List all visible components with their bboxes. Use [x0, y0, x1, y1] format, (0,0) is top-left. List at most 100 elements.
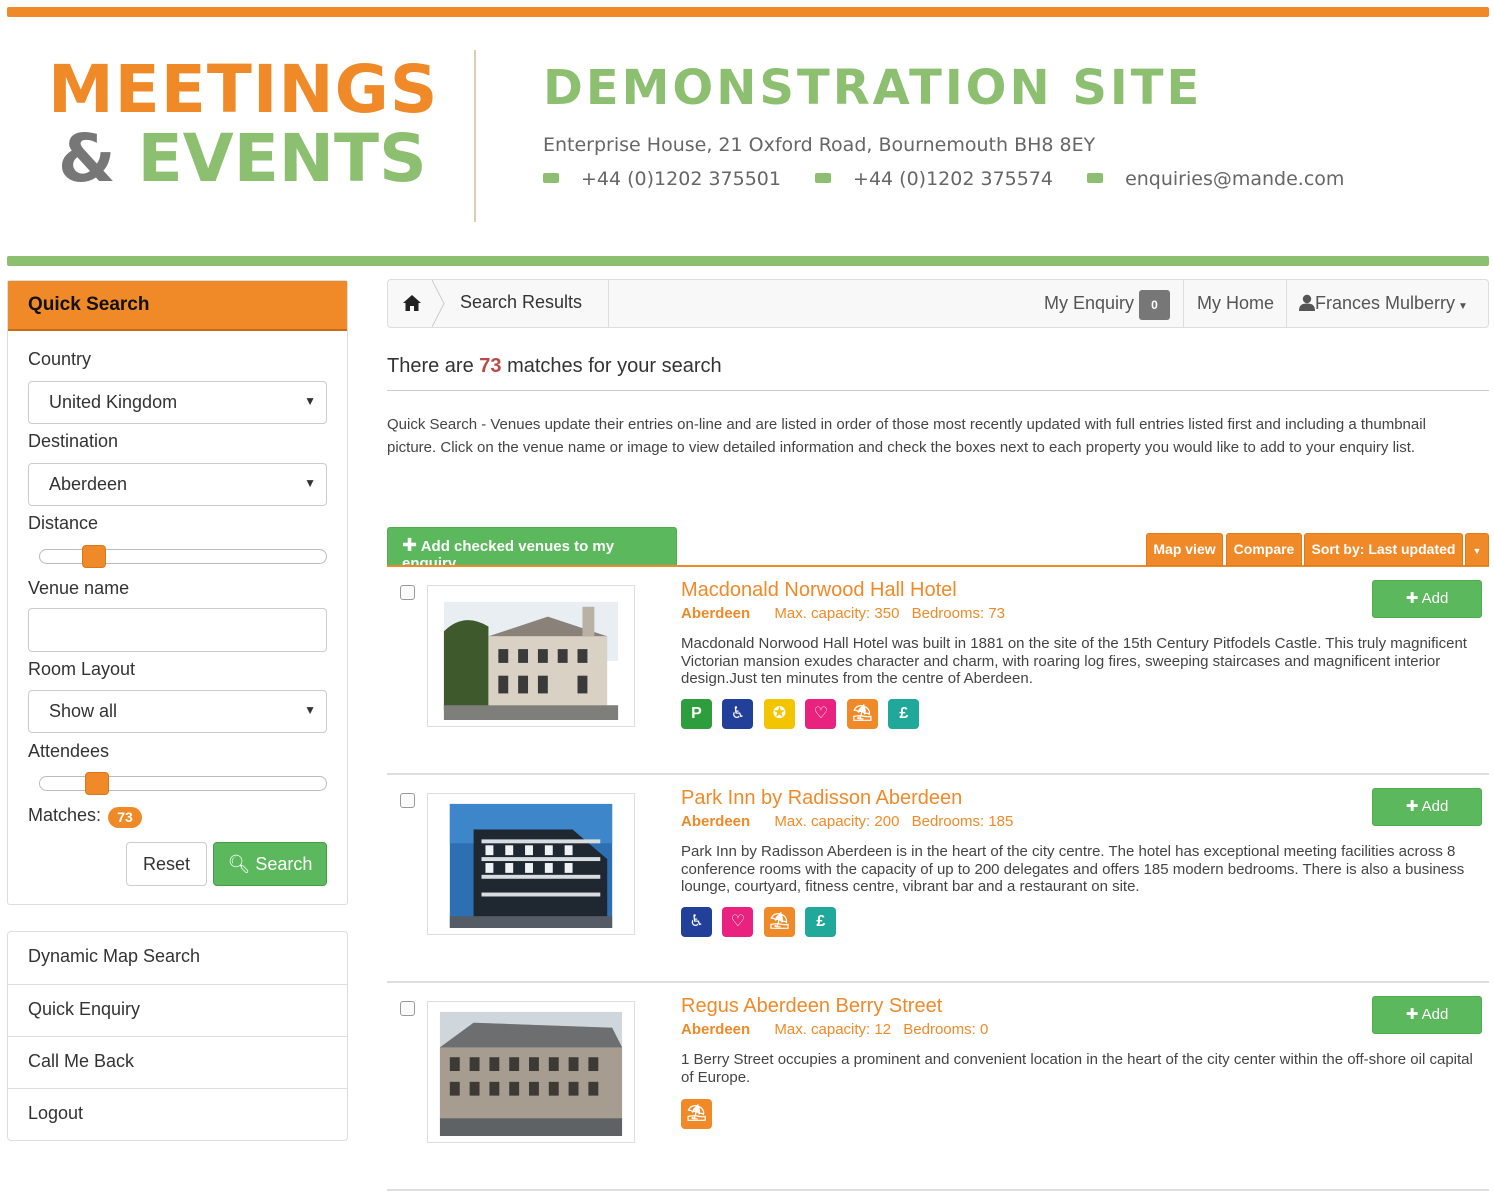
venue-checkbox[interactable] [400, 585, 415, 600]
compare-button[interactable]: Compare [1226, 533, 1302, 566]
capacity-value: 200 [874, 813, 900, 830]
my-home-link[interactable]: My Home [1197, 293, 1274, 314]
user-menu[interactable]: Frances Mulberry ▼ [1299, 293, 1468, 314]
quick-search-panel: Quick Search Country United Kingdom ▼ De… [7, 280, 348, 905]
result-count: There are 73 matches for your search [387, 355, 722, 378]
nav-divider [1286, 280, 1287, 327]
distance-slider[interactable] [39, 545, 327, 568]
venue-divider [387, 1189, 1489, 1191]
country-select[interactable]: United Kingdom ▼ [28, 381, 327, 424]
venue-name-link[interactable]: Macdonald Norwood Hall Hotel [681, 579, 957, 602]
bedrooms-label: Bedrooms: [903, 1021, 976, 1038]
venue-description: Macdonald Norwood Hall Hotel was built i… [681, 635, 1467, 687]
award-icon: ✪ [763, 699, 795, 729]
menu-item-logout[interactable]: Logout [8, 1088, 347, 1140]
fax-icon [815, 173, 832, 183]
venue-location: Aberdeen [681, 1021, 751, 1038]
result-count-number: 73 [479, 355, 502, 377]
breadcrumb-separator [432, 280, 445, 327]
menu-item-call-me-back[interactable]: Call Me Back [8, 1036, 347, 1088]
search-button-label: Search [255, 854, 313, 874]
currency-icon: £ [888, 699, 920, 729]
room-layout-select[interactable]: Show all ▼ [28, 690, 327, 733]
parking-icon: P [681, 699, 712, 729]
venue-description: 1 Berry Street occupies a prominent and … [681, 1051, 1473, 1086]
bedrooms-value: 185 [988, 813, 1014, 830]
user-icon [1299, 294, 1315, 311]
venue-thumbnail[interactable] [427, 585, 635, 727]
destination-select[interactable]: Aberdeen ▼ [28, 463, 327, 506]
venue-checkbox[interactable] [400, 793, 415, 808]
add-venue-button[interactable]: ✚ Add [1372, 580, 1482, 618]
result-suffix: matches for your search [507, 355, 722, 377]
logo-amp: & [58, 120, 116, 197]
logo-divider [474, 50, 476, 222]
venue-name-label: Venue name [28, 578, 130, 598]
enquiry-count-badge: 0 [1139, 290, 1170, 320]
venue-row: Macdonald Norwood Hall Hotel Aberdeen Ma… [387, 567, 1489, 776]
reset-button[interactable]: Reset [126, 842, 207, 886]
facility-icons: ⛱︎ [681, 1099, 718, 1129]
venue-thumbnail[interactable] [427, 793, 635, 935]
capacity-label: Max. capacity: [774, 813, 871, 830]
venue-row: Regus Aberdeen Berry Street Aberdeen Max… [387, 983, 1489, 1192]
outdoor-icon: ⛱︎ [846, 699, 878, 729]
header-bottom-bar [7, 256, 1489, 266]
add-label: Add [1421, 1006, 1449, 1023]
menu-item-dynamic-map-search[interactable]: Dynamic Map Search [8, 932, 347, 984]
dropdown-arrow-icon: ▼ [304, 476, 316, 490]
search-button[interactable]: 🔍︎ Search [213, 842, 327, 886]
venue-checkbox[interactable] [400, 1001, 415, 1016]
breadcrumb-current: Search Results [460, 292, 583, 312]
home-icon[interactable] [388, 280, 436, 327]
dropdown-arrow-icon: ▼ [304, 703, 316, 717]
venue-location: Aberdeen [681, 605, 751, 622]
bedrooms-label: Bedrooms: [911, 813, 985, 830]
venue-name-input[interactable] [28, 608, 327, 652]
venue-meta: Aberdeen Max. capacity: 12 Bedrooms: 0 [681, 1021, 988, 1038]
caret-down-icon: ▼ [1472, 546, 1482, 556]
map-view-button[interactable]: Map view [1146, 533, 1223, 566]
add-venue-button[interactable]: ✚ Add [1372, 788, 1482, 826]
phone-number: +44 (0)1202 375501 [581, 168, 781, 190]
my-enquiry-link[interactable]: My Enquiry [1044, 293, 1134, 314]
attendees-slider-handle[interactable] [84, 772, 109, 795]
attendees-slider[interactable] [39, 772, 327, 795]
destination-label: Destination [28, 431, 119, 451]
capacity-label: Max. capacity: [774, 1021, 871, 1038]
country-value: United Kingdom [49, 392, 178, 412]
breadcrumb: Search Results My Enquiry 0 My Home Fran… [387, 279, 1489, 328]
room-layout-value: Show all [49, 701, 118, 721]
plus-icon: ✚ [1405, 1006, 1419, 1023]
venue-thumbnail[interactable] [427, 1001, 635, 1143]
plus-icon: ✚ [1405, 590, 1419, 607]
add-checked-venues-button[interactable]: ✚ Add checked venues to my enquiry [387, 527, 677, 572]
sort-dropdown-toggle[interactable]: ▼ [1465, 533, 1489, 566]
venue-name-link[interactable]: Regus Aberdeen Berry Street [681, 995, 942, 1018]
search-intro-text: Quick Search - Venues update their entri… [387, 416, 1426, 456]
user-name: Frances Mulberry [1315, 293, 1456, 313]
nav-divider [1183, 280, 1184, 327]
caret-down-icon: ▼ [1458, 301, 1468, 312]
dropdown-arrow-icon: ▼ [304, 394, 316, 408]
sort-by-button[interactable]: Sort by: Last updated [1304, 533, 1463, 566]
bedrooms-label: Bedrooms: [911, 605, 985, 622]
venue-name-link[interactable]: Park Inn by Radisson Aberdeen [681, 787, 962, 810]
wheelchair-icon: ♿︎ [681, 907, 712, 937]
top-accent-bar [7, 7, 1489, 17]
email-link[interactable]: enquiries@mande.com [1125, 168, 1344, 190]
menu-item-quick-enquiry[interactable]: Quick Enquiry [8, 984, 347, 1036]
destination-value: Aberdeen [49, 474, 128, 494]
bedrooms-value: 73 [988, 605, 1006, 622]
add-label: Add [1421, 798, 1449, 815]
capacity-value: 12 [874, 1021, 892, 1038]
attendees-label: Attendees [28, 741, 110, 761]
add-venue-button[interactable]: ✚ Add [1372, 996, 1482, 1034]
wedding-icon: ♡ [722, 907, 754, 937]
outdoor-icon: ⛱︎ [763, 907, 795, 937]
wheelchair-icon: ♿︎ [722, 699, 754, 729]
venue-meta: Aberdeen Max. capacity: 350 Bedrooms: 73 [681, 605, 1005, 622]
meetings-events-logo[interactable]: MEETINGS & EVENTS [48, 55, 438, 193]
site-contact: +44 (0)1202 375501 +44 (0)1202 375574 en… [543, 168, 1344, 190]
distance-slider-handle[interactable] [81, 545, 106, 568]
